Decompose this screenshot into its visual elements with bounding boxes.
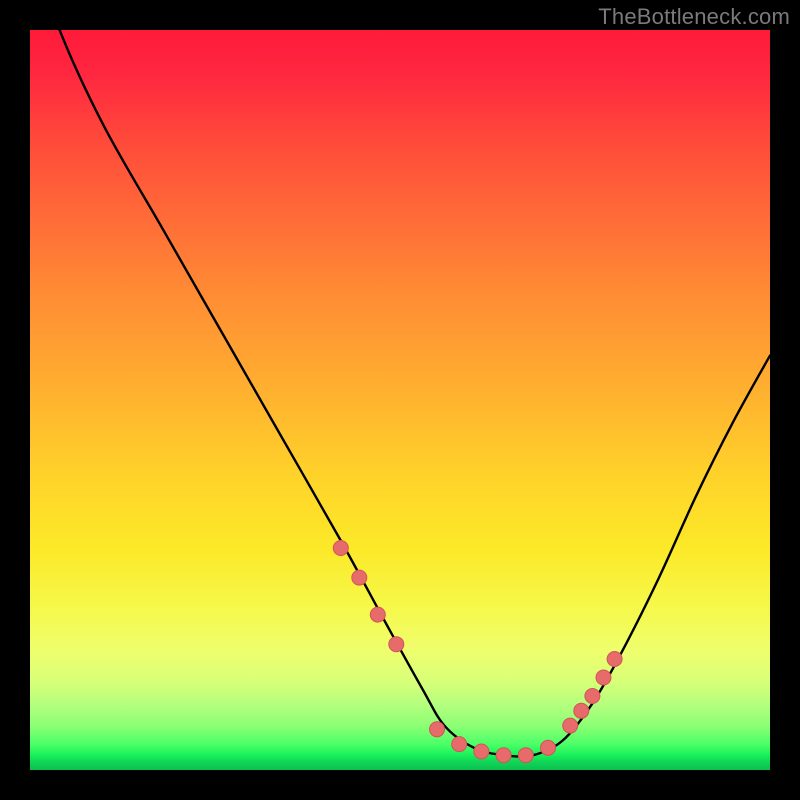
marker-dot xyxy=(563,718,578,733)
attribution-label: TheBottleneck.com xyxy=(598,4,790,30)
marker-dot xyxy=(474,744,489,759)
marker-dot xyxy=(518,748,533,763)
chart-svg xyxy=(30,30,770,770)
marker-dot xyxy=(430,722,445,737)
plot-area xyxy=(30,30,770,770)
marker-dot xyxy=(370,607,385,622)
marker-dot xyxy=(352,570,367,585)
marker-dot xyxy=(541,740,556,755)
outer-frame: TheBottleneck.com xyxy=(0,0,800,800)
marker-dot xyxy=(333,541,348,556)
marker-dot xyxy=(452,737,467,752)
marker-dot xyxy=(389,637,404,652)
marker-dot xyxy=(585,689,600,704)
marker-dot xyxy=(574,703,589,718)
marker-dot xyxy=(607,652,622,667)
marker-dot xyxy=(496,748,511,763)
marker-dot xyxy=(596,670,611,685)
marker-group xyxy=(333,541,622,763)
